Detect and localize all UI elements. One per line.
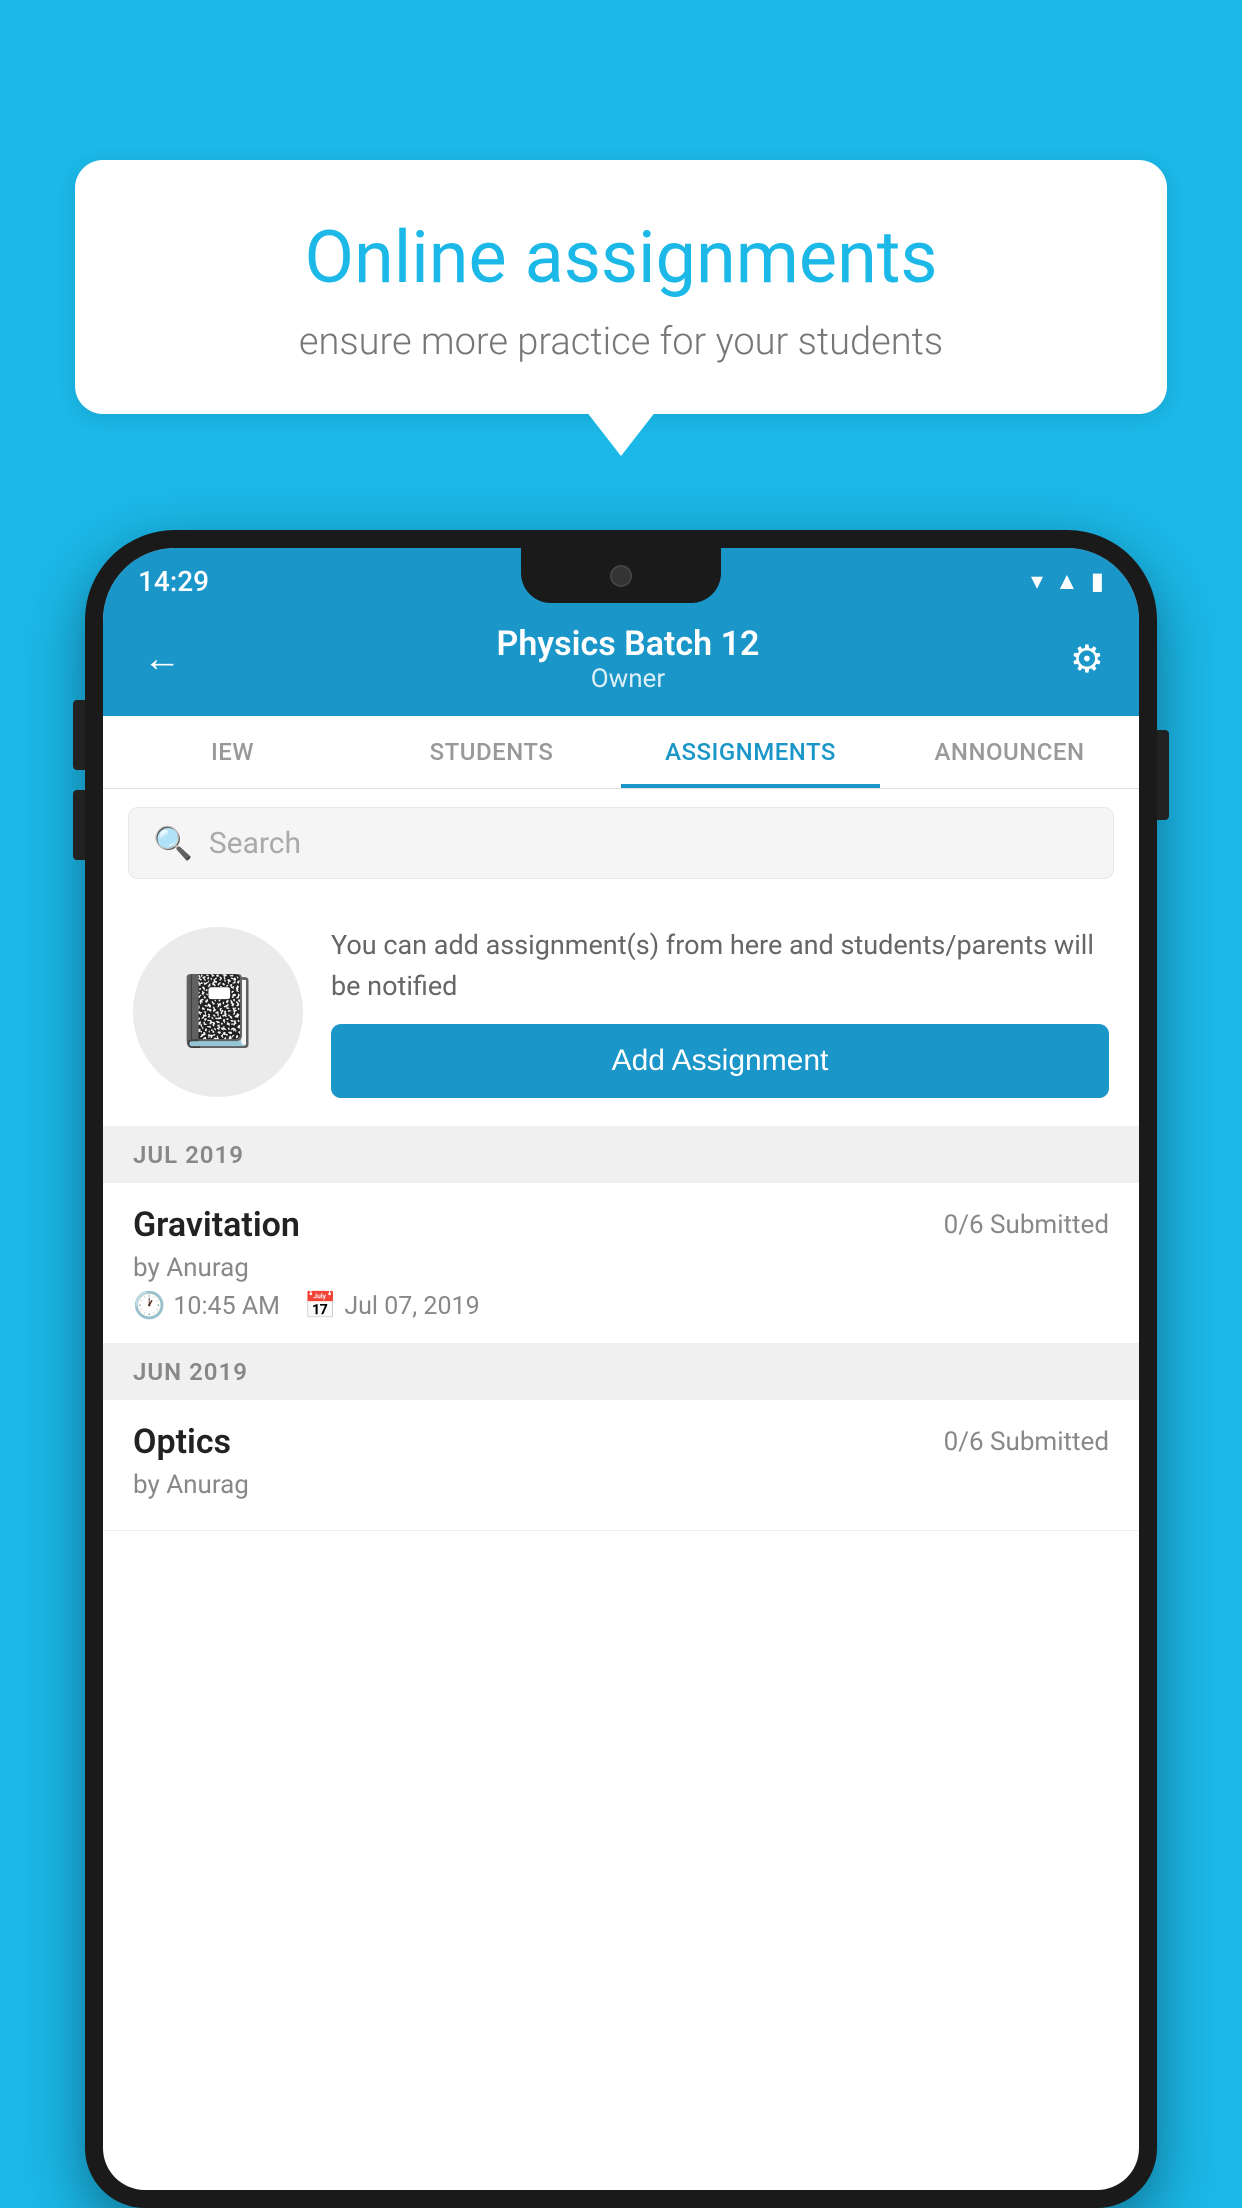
phone-notch — [521, 548, 721, 603]
assignment-item-optics[interactable]: Optics 0/6 Submitted by Anurag — [103, 1400, 1139, 1531]
bubble-subtitle: ensure more practice for your students — [135, 320, 1107, 364]
status-icons: ▾ ▲ ▮ — [1031, 567, 1104, 596]
assignment-title-optics: Optics — [133, 1422, 231, 1462]
calendar-icon: 📅 — [304, 1291, 336, 1321]
add-assignment-button[interactable]: Add Assignment — [331, 1024, 1109, 1098]
section-header-jul-text: JUL 2019 — [133, 1141, 244, 1169]
section-header-jun-text: JUN 2019 — [133, 1358, 248, 1386]
assignment-submitted-gravitation: 0/6 Submitted — [944, 1210, 1109, 1240]
volume-up-button — [73, 700, 85, 770]
tab-announcements[interactable]: ANNOUNCEN — [880, 716, 1139, 788]
assignment-top-optics: Optics 0/6 Submitted — [133, 1422, 1109, 1462]
assignment-author-optics: by Anurag — [133, 1470, 1109, 1500]
tab-students[interactable]: STUDENTS — [362, 716, 621, 788]
tabs-bar: IEW STUDENTS ASSIGNMENTS ANNOUNCEN — [103, 716, 1139, 789]
back-button[interactable]: ← — [138, 632, 186, 686]
search-bar[interactable]: 🔍 Search — [128, 807, 1114, 879]
assignment-date-gravitation: 📅 Jul 07, 2019 — [304, 1291, 480, 1321]
settings-icon[interactable]: ⚙ — [1070, 637, 1104, 682]
battery-icon: ▮ — [1091, 567, 1104, 595]
assignment-title-gravitation: Gravitation — [133, 1205, 300, 1245]
phone-screen: 14:29 ▾ ▲ ▮ ← Physics Batch 12 Owner ⚙ I… — [103, 548, 1139, 2190]
assignment-item-gravitation[interactable]: Gravitation 0/6 Submitted by Anurag 🕐 10… — [103, 1183, 1139, 1344]
search-placeholder: Search — [209, 826, 301, 861]
wifi-icon: ▾ — [1031, 567, 1043, 595]
assignment-submitted-optics: 0/6 Submitted — [944, 1427, 1109, 1457]
clock-icon: 🕐 — [133, 1291, 165, 1321]
tab-iew[interactable]: IEW — [103, 716, 362, 788]
header-subtitle: Owner — [497, 664, 760, 694]
bubble-title: Online assignments — [135, 215, 1107, 300]
assignment-meta-gravitation: 🕐 10:45 AM 📅 Jul 07, 2019 — [133, 1291, 1109, 1321]
search-container: 🔍 Search — [103, 789, 1139, 897]
signal-icon: ▲ — [1055, 567, 1079, 596]
header-title: Physics Batch 12 — [497, 624, 760, 664]
header-title-group: Physics Batch 12 Owner — [497, 624, 760, 694]
assignment-author-gravitation: by Anurag — [133, 1253, 1109, 1283]
status-time: 14:29 — [138, 565, 209, 598]
app-header: ← Physics Batch 12 Owner ⚙ — [103, 606, 1139, 716]
notebook-icon: 📓 — [174, 971, 261, 1053]
section-header-jun: JUN 2019 — [103, 1344, 1139, 1400]
phone-frame: 14:29 ▾ ▲ ▮ ← Physics Batch 12 Owner ⚙ I… — [85, 530, 1157, 2208]
tab-assignments[interactable]: ASSIGNMENTS — [621, 716, 880, 788]
search-icon: 🔍 — [153, 824, 193, 862]
promo-text: You can add assignment(s) from here and … — [331, 925, 1109, 1006]
assignment-time-gravitation: 🕐 10:45 AM — [133, 1291, 280, 1321]
front-camera — [610, 565, 632, 587]
section-header-jul: JUL 2019 — [103, 1127, 1139, 1183]
speech-bubble-container: Online assignments ensure more practice … — [75, 160, 1167, 414]
power-button — [1157, 730, 1169, 820]
speech-bubble: Online assignments ensure more practice … — [75, 160, 1167, 414]
promo-icon-circle: 📓 — [133, 927, 303, 1097]
promo-content: You can add assignment(s) from here and … — [331, 925, 1109, 1098]
volume-down-button — [73, 790, 85, 860]
promo-section: 📓 You can add assignment(s) from here an… — [103, 897, 1139, 1127]
assignment-top: Gravitation 0/6 Submitted — [133, 1205, 1109, 1245]
